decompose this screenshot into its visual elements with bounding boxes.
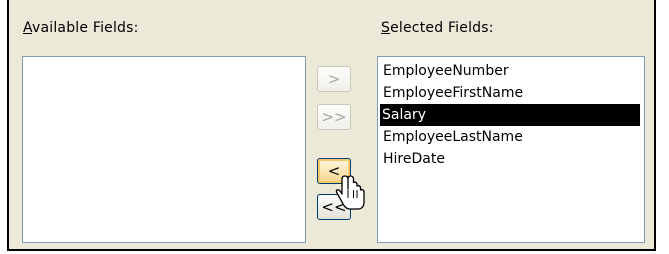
selected-fields-list[interactable]: EmployeeNumber EmployeeFirstName Salary … — [377, 56, 645, 243]
list-item[interactable]: EmployeeNumber — [381, 60, 513, 82]
available-fields-label: Available Fields: — [23, 20, 139, 36]
list-item[interactable]: EmployeeFirstName — [381, 82, 527, 104]
field-selector-panel: Available Fields: > >> < << Selected Fie… — [7, 0, 656, 251]
hand-pointer-icon — [335, 175, 365, 210]
list-item[interactable]: EmployeeLastName — [381, 126, 527, 148]
add-field-button[interactable]: > — [317, 66, 351, 92]
add-all-fields-button[interactable]: >> — [317, 104, 351, 130]
available-fields-list[interactable] — [22, 56, 306, 243]
list-item[interactable]: HireDate — [381, 148, 449, 170]
selected-fields-label: Selected Fields: — [381, 20, 494, 36]
list-item-selected[interactable]: Salary — [380, 104, 640, 126]
